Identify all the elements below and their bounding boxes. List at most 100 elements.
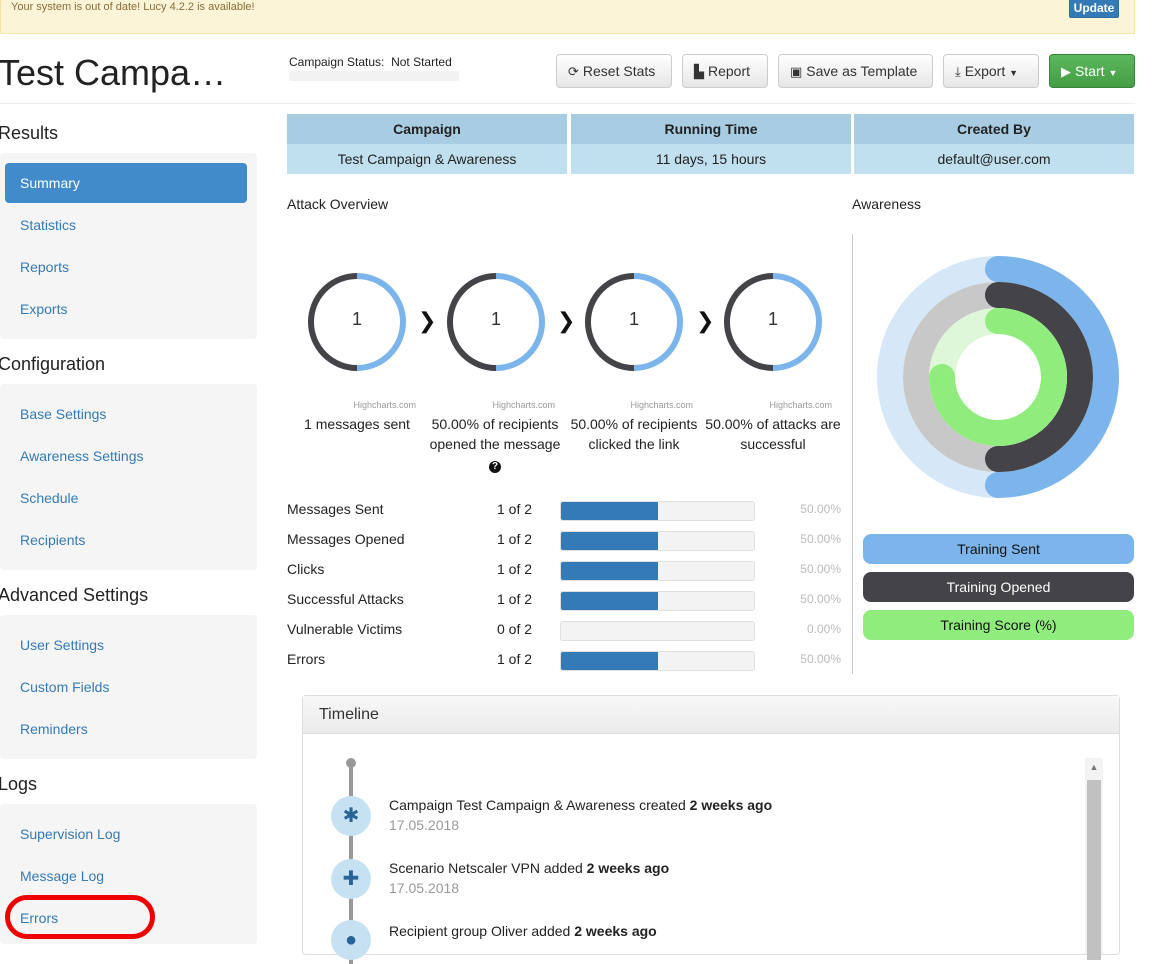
stat-count: 1 of 2 bbox=[497, 501, 533, 517]
stat-row: Messages Opened 1 of 2 50.00% bbox=[287, 524, 847, 554]
timeline-event-ago: 2 weeks ago bbox=[574, 923, 657, 939]
scrollbar-thumb[interactable] bbox=[1087, 780, 1101, 960]
sidebar-item-reports[interactable]: Reports bbox=[5, 247, 247, 287]
sidebar-panel-results: Summary Statistics Reports Exports bbox=[0, 153, 257, 339]
refresh-icon: ⟳ bbox=[568, 64, 579, 79]
stat-progress-bar bbox=[560, 621, 755, 641]
sidebar-item-awareness-settings[interactable]: Awareness Settings bbox=[5, 436, 247, 476]
legend-training-score[interactable]: Training Score (%) bbox=[863, 610, 1134, 640]
info-header: Running Time bbox=[571, 114, 851, 144]
stat-progress-bar bbox=[560, 651, 755, 671]
asterisk-icon: ✱ bbox=[331, 796, 371, 836]
stat-count: 1 of 2 bbox=[497, 531, 533, 547]
legend-training-opened[interactable]: Training Opened bbox=[863, 572, 1134, 602]
update-button[interactable]: Update bbox=[1069, 0, 1119, 18]
sidebar-item-summary[interactable]: Summary bbox=[5, 163, 247, 203]
timeline-event-text: Scenario Netscaler VPN added 2 weeks ago bbox=[389, 860, 669, 876]
export-button[interactable]: ⤓ Export ▼ bbox=[943, 54, 1039, 88]
stat-progress-fill bbox=[561, 562, 658, 580]
sidebar-heading-logs: Logs bbox=[0, 774, 38, 794]
stat-percent: 50.00% bbox=[800, 592, 841, 606]
start-button[interactable]: ▶ Start ▼ bbox=[1049, 54, 1135, 88]
donut-chart: 1 bbox=[306, 271, 408, 373]
sidebar-item-custom-fields[interactable]: Custom Fields bbox=[5, 667, 247, 707]
info-column-campaign: Campaign Test Campaign & Awareness bbox=[287, 114, 567, 174]
timeline-event-text: Recipient group Oliver added 2 weeks ago bbox=[389, 923, 657, 939]
donut-chart: 1 bbox=[583, 271, 685, 373]
donut-caption: 50.00% of attacks are successful bbox=[705, 416, 841, 452]
sidebar-item-errors[interactable]: Errors bbox=[5, 898, 247, 938]
stat-progress-fill bbox=[561, 652, 658, 670]
donut-value: 1 bbox=[351, 309, 362, 329]
awareness-ring-chart bbox=[877, 256, 1119, 498]
stat-row: Successful Attacks 1 of 2 50.00% bbox=[287, 584, 847, 614]
chevron-right-icon: ❯ bbox=[418, 308, 437, 333]
campaign-status-value: Not Started bbox=[391, 55, 452, 69]
sidebar-heading-advanced-settings: Advanced Settings bbox=[0, 585, 149, 605]
stat-name: Vulnerable Victims bbox=[287, 621, 403, 637]
start-label: Start bbox=[1075, 63, 1105, 79]
sidebar-item-recipients[interactable]: Recipients bbox=[5, 520, 247, 560]
reset-stats-button[interactable]: ⟳ Reset Stats bbox=[556, 54, 672, 88]
timeline-start-dot bbox=[346, 758, 356, 768]
stat-progress-fill bbox=[561, 592, 658, 610]
highcharts-credit[interactable]: Highcharts.com bbox=[316, 400, 416, 410]
sidebar-panel-logs: Supervision Log Message Log Errors bbox=[0, 804, 257, 944]
donut-caption: 1 messages sent bbox=[304, 416, 410, 432]
scroll-up-icon[interactable]: ▲ bbox=[1085, 758, 1103, 776]
sidebar-item-reminders[interactable]: Reminders bbox=[5, 709, 247, 749]
sidebar-item-message-log[interactable]: Message Log bbox=[5, 856, 247, 896]
question-icon[interactable]: ? bbox=[489, 461, 501, 473]
info-header: Campaign bbox=[287, 114, 567, 144]
donut-value: 1 bbox=[767, 309, 778, 329]
stat-progress-fill bbox=[561, 532, 658, 550]
highcharts-credit[interactable]: Highcharts.com bbox=[455, 400, 555, 410]
timeline-scrollbar[interactable]: ▲ bbox=[1085, 758, 1103, 960]
vertical-divider bbox=[852, 234, 853, 674]
sidebar-item-base-settings[interactable]: Base Settings bbox=[5, 394, 247, 434]
sidebar-item-statistics[interactable]: Statistics bbox=[5, 205, 247, 245]
timeline-panel: Timeline ✱ Campaign Test Campaign & Awar… bbox=[302, 695, 1120, 964]
info-value: 11 days, 15 hours bbox=[571, 144, 851, 174]
header-divider bbox=[0, 103, 1135, 104]
sidebar-item-schedule[interactable]: Schedule bbox=[5, 478, 247, 518]
banner-text: Your system is out of date! Lucy 4.2.2 i… bbox=[11, 1, 255, 13]
sidebar-item-user-settings[interactable]: User Settings bbox=[5, 625, 247, 665]
play-icon: ▶ bbox=[1061, 64, 1071, 79]
export-label: Export bbox=[964, 63, 1006, 79]
awareness-title: Awareness bbox=[852, 196, 922, 212]
stat-percent: 50.00% bbox=[800, 652, 841, 666]
chevron-right-icon: ❯ bbox=[557, 308, 576, 333]
floppy-icon: ▣ bbox=[790, 64, 803, 79]
stat-count: 1 of 2 bbox=[497, 651, 533, 667]
stat-percent: 50.00% bbox=[800, 502, 841, 516]
timeline-event-desc: Recipient group Oliver added bbox=[389, 923, 571, 939]
stat-progress-bar bbox=[560, 561, 755, 581]
caret-down-icon: ▼ bbox=[1009, 68, 1019, 78]
timeline-event-ago: 2 weeks ago bbox=[586, 860, 670, 876]
caret-down-icon: ▼ bbox=[1108, 68, 1118, 78]
chevron-right-icon: ❯ bbox=[696, 308, 715, 333]
stat-count: 1 of 2 bbox=[497, 591, 533, 607]
report-label: Report bbox=[708, 63, 751, 79]
sidebar-item-supervision-log[interactable]: Supervision Log bbox=[5, 814, 247, 854]
stat-percent: 50.00% bbox=[800, 532, 841, 546]
stat-count: 0 of 2 bbox=[497, 621, 533, 637]
stat-progress-fill bbox=[561, 502, 658, 520]
sidebar-item-exports[interactable]: Exports bbox=[5, 289, 247, 329]
legend-training-sent[interactable]: Training Sent bbox=[863, 534, 1134, 564]
donut-chart: 1 bbox=[722, 271, 824, 373]
report-button[interactable]: ▙ Report bbox=[682, 54, 768, 88]
donut-caption: 50.00% of recipients opened the message … bbox=[425, 414, 565, 474]
stat-name: Messages Opened bbox=[287, 531, 405, 547]
donut-chart: 1 bbox=[445, 271, 547, 373]
attack-overview-title: Attack Overview bbox=[287, 196, 389, 212]
stat-progress-bar bbox=[560, 501, 755, 521]
stat-name: Clicks bbox=[287, 561, 325, 577]
plus-icon: ✚ bbox=[331, 859, 371, 899]
stat-row: Clicks 1 of 2 50.00% bbox=[287, 554, 847, 584]
stat-count: 1 of 2 bbox=[497, 561, 533, 577]
save-template-button[interactable]: ▣ Save as Template bbox=[778, 54, 933, 88]
highcharts-credit[interactable]: Highcharts.com bbox=[593, 400, 693, 410]
highcharts-credit[interactable]: Highcharts.com bbox=[732, 400, 832, 410]
